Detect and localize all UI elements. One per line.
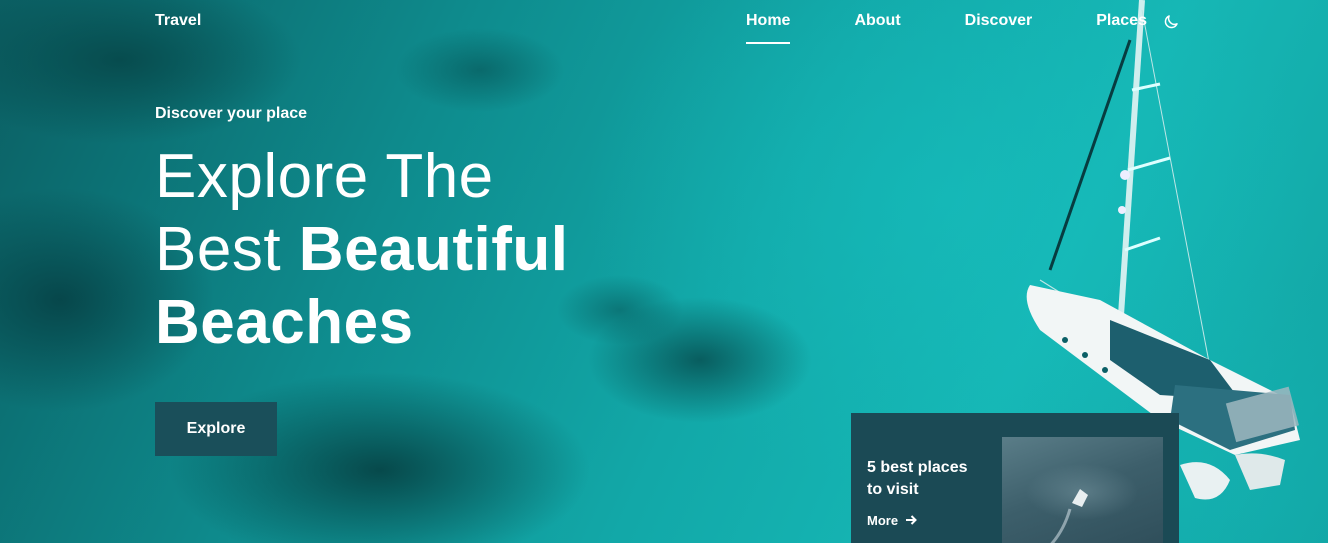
card-image	[1002, 437, 1163, 543]
hero-subtitle: Discover your place	[155, 105, 308, 122]
moon-icon[interactable]	[1162, 13, 1180, 31]
hero-headline: Explore The Best Beautiful Beaches	[155, 140, 569, 359]
hero-section: Travel Home About Discover Places Discov…	[0, 0, 1328, 543]
nav-menu: Home About Discover Places	[746, 12, 1147, 44]
card-more-link[interactable]: More	[867, 513, 917, 528]
card-more-label: More	[867, 513, 899, 528]
logo[interactable]: Travel	[155, 12, 201, 30]
nav-discover[interactable]: Discover	[965, 12, 1033, 30]
arrow-right-icon	[905, 515, 917, 525]
headline-line-3: Beaches	[155, 288, 414, 357]
card-title: 5 best places to visit	[867, 459, 968, 498]
headline-line-1: Explore The	[155, 142, 494, 211]
nav-about[interactable]: About	[854, 12, 900, 30]
places-card[interactable]: 5 best places to visit More	[851, 413, 1179, 543]
headline-line-2-light: Best	[155, 215, 299, 284]
nav-home[interactable]: Home	[746, 12, 791, 44]
headline-line-2-bold: Beautiful	[298, 215, 569, 284]
top-nav: Travel Home About Discover Places	[0, 0, 1328, 50]
boat-thumbnail-icon	[1050, 489, 1088, 543]
nav-places[interactable]: Places	[1096, 12, 1147, 30]
explore-button[interactable]: Explore	[155, 402, 277, 456]
